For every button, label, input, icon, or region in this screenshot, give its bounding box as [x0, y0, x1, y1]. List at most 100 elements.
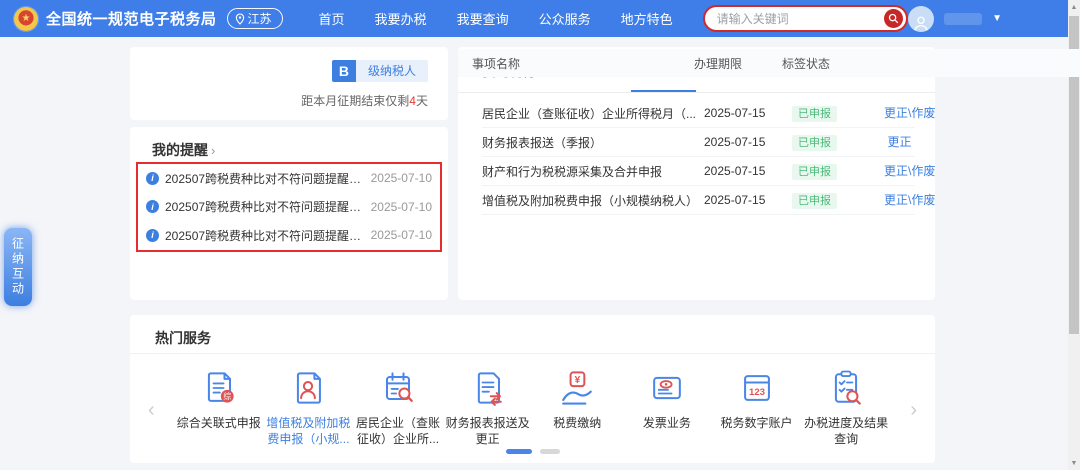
service-digital-account[interactable]: 123 税务数字账户: [712, 365, 802, 447]
action-link[interactable]: 更正\作废: [884, 193, 935, 207]
location-label: 江苏: [248, 10, 272, 27]
nav-public-service[interactable]: 公众服务: [539, 9, 591, 28]
service-tax-payment[interactable]: ¥ 税费缴纳: [533, 365, 623, 447]
service-label: 发票业务: [622, 415, 712, 431]
main-nav: 首页 我要办税 我要查询 公众服务 地方特色: [319, 9, 703, 28]
reminder-item[interactable]: i 202507跨税费种比对不符问题提醒20... 2025-07-10: [146, 193, 432, 222]
action-link[interactable]: 更正: [887, 135, 911, 149]
service-label: 综合关联式申报: [174, 415, 264, 431]
nav-local-features[interactable]: 地方特色: [621, 9, 673, 28]
tax-bureau-emblem-icon: ★: [14, 7, 38, 31]
header-user-area: ▼: [908, 6, 1002, 32]
svg-text:综: 综: [223, 391, 231, 401]
taxpayer-level-label: 级纳税人: [356, 60, 428, 82]
svg-text:¥: ¥: [575, 375, 581, 386]
deadline-suffix: 天: [416, 94, 428, 108]
carousel-prev-icon[interactable]: ‹: [148, 400, 155, 420]
status-badge: 已申报: [792, 193, 837, 209]
person-icon: [912, 14, 930, 32]
reminder-date: 2025-07-10: [371, 171, 432, 185]
action-link[interactable]: 更正\作废: [884, 106, 935, 120]
my-reminders-title-link[interactable]: 我的提醒 ›: [130, 127, 448, 160]
user-avatar[interactable]: [908, 6, 934, 32]
calendar-search-icon: [376, 366, 420, 410]
nav-tax-handling[interactable]: 我要办税: [375, 9, 427, 28]
red-annotation-box: i 202507跨税费种比对不符问题提醒20... 2025-07-10 i 2…: [136, 162, 442, 252]
col-deadline: 办理期限: [694, 55, 782, 72]
status-badge: 已申报: [792, 135, 837, 151]
item-name: 居民企业（查账征收）企业所得税月（...: [482, 105, 704, 122]
doc-person-icon: [286, 366, 330, 410]
col-item-name: 事项名称: [472, 55, 694, 72]
table-row: 居民企业（查账征收）企业所得税月（... 2025-07-15 已申报 更正\作…: [482, 99, 915, 128]
username-redacted: [944, 13, 982, 25]
item-deadline: 2025-07-15: [704, 135, 792, 149]
service-label: 居民企业（查账征收）企业所...: [353, 415, 443, 447]
search-box[interactable]: [703, 5, 908, 32]
my-reminders-card: 我的提醒 › i 202507跨税费种比对不符问题提醒20... 2025-07…: [130, 127, 448, 300]
reminder-text: 202507跨税费种比对不符问题提醒20...: [165, 227, 363, 244]
item-deadline: 2025-07-15: [704, 106, 792, 120]
carousel-dot[interactable]: [540, 449, 560, 454]
carousel-next-icon[interactable]: ›: [910, 400, 917, 420]
carousel-dot-active[interactable]: [506, 449, 532, 454]
service-label: 税费缴纳: [533, 415, 623, 431]
checklist-search-icon: [824, 366, 868, 410]
search-input[interactable]: [717, 12, 884, 26]
service-label: 财务报表报送及更正: [443, 415, 533, 447]
search-icon: [888, 13, 899, 24]
chevron-down-icon[interactable]: ▼: [992, 13, 1002, 24]
service-vat-filing[interactable]: 增值税及附加税费申报（小规...: [264, 365, 354, 447]
divider: [130, 353, 935, 354]
svg-text:123: 123: [749, 387, 765, 398]
service-comprehensive-filing[interactable]: 综 综合关联式申报: [174, 365, 264, 447]
location-selector[interactable]: 江苏: [227, 8, 283, 29]
table-row: 增值税及附加税费申报（小规模纳税人） 2025-07-15 已申报 更正\作废: [482, 186, 915, 215]
status-badge: 已申报: [792, 164, 837, 180]
item-deadline: 2025-07-15: [704, 193, 792, 207]
reminder-date: 2025-07-10: [371, 200, 432, 214]
info-icon: i: [146, 200, 159, 213]
taxpayer-level-letter: B: [332, 60, 356, 82]
reminder-item[interactable]: i 202507跨税费种比对不符问题提醒20... 2025-07-10: [146, 221, 432, 250]
search-button[interactable]: [884, 9, 903, 28]
table-row: 财务报表报送（季报） 2025-07-15 已申报 更正: [482, 128, 915, 157]
my-reminders-title: 我的提醒: [152, 140, 208, 160]
service-financial-statements[interactable]: 财务报表报送及更正: [443, 365, 533, 447]
service-resident-enterprise-tax[interactable]: 居民企业（查账征收）企业所...: [353, 365, 443, 447]
service-invoice[interactable]: 发票业务: [622, 365, 712, 447]
taxpayer-level-badge[interactable]: B 级纳税人: [332, 60, 428, 82]
services-row: 综 综合关联式申报 增值税及附加税费申报（小规...: [174, 365, 891, 447]
service-label: 税务数字账户: [712, 415, 802, 431]
arrow-right-icon: ›: [211, 143, 215, 158]
service-progress-query[interactable]: 办税进度及结果查询: [801, 365, 891, 447]
service-label: 增值税及附加税费申报（小规...: [264, 415, 354, 447]
hot-services-title: 热门服务: [155, 330, 211, 346]
info-icon: i: [146, 229, 159, 242]
hand-yuan-icon: ¥: [555, 366, 599, 410]
todo-table: 事项名称 办理期限 标签状态 操作 居民企业（查账征收）企业所得税月（... 2…: [482, 99, 915, 215]
nav-inquiry[interactable]: 我要查询: [457, 9, 509, 28]
deadline-days: 4: [409, 94, 416, 108]
col-status: 标签状态: [782, 55, 874, 72]
top-header: ★ 全国统一规范电子税务局 江苏 首页 我要办税 我要查询 公众服务 地方特色: [0, 0, 1068, 37]
reminder-item[interactable]: i 202507跨税费种比对不符问题提醒20... 2025-07-10: [146, 164, 432, 193]
nav-home[interactable]: 首页: [319, 9, 345, 28]
item-name: 增值税及附加税费申报（小规模纳税人）: [482, 192, 704, 209]
item-name: 财务报表报送（季报）: [482, 134, 704, 151]
site-title: 全国统一规范电子税务局: [46, 8, 217, 29]
info-icon: i: [146, 172, 159, 185]
scroll-up-button[interactable]: ▲: [1068, 0, 1080, 14]
location-pin-icon: [235, 13, 245, 25]
deadline-prefix: 距本月征期结束仅剩: [301, 94, 409, 108]
item-name: 财产和行为税税源采集及合并申报: [482, 163, 704, 180]
interaction-side-tab[interactable]: 征纳互动: [4, 228, 32, 306]
status-badge: 已申报: [792, 106, 837, 122]
filing-deadline-text: 距本月征期结束仅剩4天: [301, 92, 428, 109]
reminder-text: 202507跨税费种比对不符问题提醒20...: [165, 170, 363, 187]
scroll-down-button[interactable]: ▼: [1068, 456, 1080, 470]
calendar-123-icon: 123: [735, 366, 779, 410]
action-link[interactable]: 更正\作废: [884, 164, 935, 178]
my-todo-card: 我的待办 › 本期应申报 待签收文书 风险疑点 其它 事项名称 办理期限 标签状…: [458, 47, 935, 300]
item-deadline: 2025-07-15: [704, 164, 792, 178]
